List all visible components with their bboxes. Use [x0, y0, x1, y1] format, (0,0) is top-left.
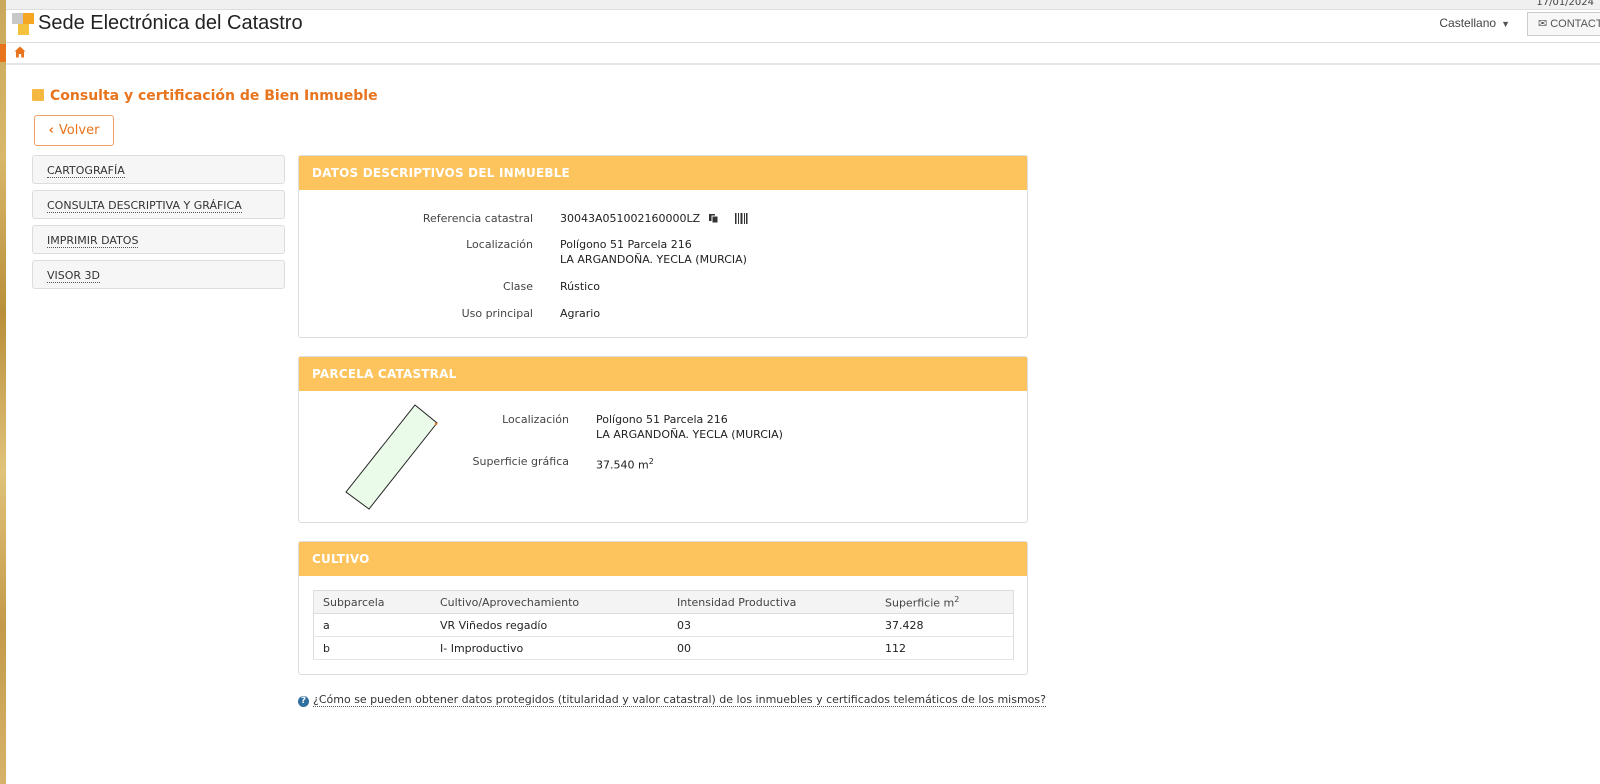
cell-subparcela: a — [313, 613, 431, 637]
superficie-value: 37.540 m — [596, 458, 649, 472]
uso-value: Agrario — [560, 307, 601, 320]
parcel-loc-line1: Polígono 51 Parcela 216 — [596, 413, 728, 426]
language-selector[interactable]: Castellano ▼ — [1439, 16, 1510, 30]
date-text: 17/01/2024 — [1536, 0, 1594, 8]
col-subparcela: Subparcela — [313, 590, 431, 614]
breadcrumb — [6, 43, 1600, 65]
cell-intensidad: 03 — [668, 613, 876, 637]
superficie-label: Superficie gráfica — [472, 455, 570, 468]
chevron-left-icon: ‹ — [48, 123, 54, 138]
superficie-value-row: 37.540 m2 — [596, 454, 654, 473]
envelope-icon: ✉ — [1538, 18, 1548, 30]
superficie-unit-sup: 2 — [648, 457, 654, 466]
page-title-text: Consulta y certificación de Bien Inmuebl… — [50, 88, 378, 104]
left-edge-strip — [0, 0, 6, 784]
parcel-loc-label: Localización — [502, 413, 569, 426]
heading-square-icon — [32, 89, 44, 101]
cell-cultivo: I- Improductivo — [431, 636, 668, 660]
chevron-down-icon: ▼ — [1501, 19, 1510, 29]
side-item-cartografia[interactable]: CARTOGRAFÍA — [32, 155, 285, 184]
cell-cultivo: VR Viñedos regadío — [431, 613, 668, 637]
back-button[interactable]: ‹ Volver — [34, 115, 114, 146]
side-menu: CARTOGRAFÍA CONSULTA DESCRIPTIVA Y GRÁFI… — [32, 155, 285, 295]
top-date-bar: 17/01/2024 — [6, 0, 1600, 10]
loc-line2: LA ARGANDOÑA. YECLA (MURCIA) — [560, 253, 747, 266]
cell-superficie: 37.428 — [876, 613, 1014, 637]
cultivo-table: Subparcela Cultivo/Aprovechamiento Inten… — [313, 590, 1014, 660]
table-row: b I- Improductivo 00 112 — [313, 636, 1014, 660]
side-item-label: CONSULTA DESCRIPTIVA Y GRÁFICA — [47, 199, 242, 213]
col-intensidad: Intensidad Productiva — [668, 590, 876, 614]
uso-label: Uso principal — [461, 307, 533, 320]
panel-parcela-catastral: PARCELA CATASTRAL Localización Polígono … — [298, 356, 1028, 523]
loc-label: Localización — [466, 238, 533, 251]
contact-label: CONTACTO — [1550, 18, 1600, 30]
cell-intensidad: 00 — [668, 636, 876, 660]
col-superficie-sup: 2 — [954, 594, 960, 604]
table-header-row: Subparcela Cultivo/Aprovechamiento Inten… — [313, 590, 1014, 614]
contact-button[interactable]: ✉CONTACTO — [1527, 12, 1600, 36]
side-item-label: IMPRIMIR DATOS — [47, 234, 139, 248]
ref-value-row: 30043A051002160000LZ — [560, 211, 748, 226]
clase-label: Clase — [503, 280, 533, 293]
language-label: Castellano — [1439, 16, 1497, 30]
side-item-label: VISOR 3D — [47, 269, 101, 283]
site-title[interactable]: Sede Electrónica del Catastro — [38, 12, 303, 35]
home-icon[interactable] — [14, 46, 26, 58]
parcel-loc-line2: LA ARGANDOÑA. YECLA (MURCIA) — [596, 428, 783, 441]
col-superficie-text: Superficie m — [885, 596, 955, 610]
panel-title: DATOS DESCRIPTIVOS DEL INMUEBLE — [299, 156, 1027, 190]
cell-subparcela: b — [313, 636, 431, 660]
side-item-imprimir[interactable]: IMPRIMIR DATOS — [32, 225, 285, 254]
question-circle-icon: ? — [298, 696, 309, 707]
col-superficie: Superficie m2 — [876, 590, 1014, 614]
side-item-visor-3d[interactable]: VISOR 3D — [32, 260, 285, 289]
side-item-consulta[interactable]: CONSULTA DESCRIPTIVA Y GRÁFICA — [32, 190, 285, 219]
loc-value: Polígono 51 Parcela 216 LA ARGANDOÑA. YE… — [560, 237, 747, 267]
copy-icon[interactable] — [708, 213, 719, 224]
ref-value: 30043A051002160000LZ — [560, 212, 701, 225]
panel-cultivo: CULTIVO Subparcela Cultivo/Aprovechamien… — [298, 541, 1028, 675]
barcode-icon[interactable] — [734, 213, 748, 224]
site-header: Sede Electrónica del Catastro Castellano… — [6, 10, 1600, 43]
back-label: Volver — [58, 123, 100, 138]
page-title: Consulta y certificación de Bien Inmuebl… — [32, 88, 378, 104]
table-row: a VR Viñedos regadío 03 37.428 — [313, 613, 1014, 637]
cell-superficie: 112 — [876, 636, 1014, 660]
clase-value: Rústico — [560, 280, 600, 293]
help-link-row: ? ¿Cómo se pueden obtener datos protegido… — [298, 693, 1046, 707]
parcel-loc-value: Polígono 51 Parcela 216 LA ARGANDOÑA. YE… — [596, 412, 783, 442]
loc-line1: Polígono 51 Parcela 216 — [560, 238, 692, 251]
panel-datos-descriptivos: DATOS DESCRIPTIVOS DEL INMUEBLE Referenc… — [298, 155, 1028, 338]
col-cultivo: Cultivo/Aprovechamiento — [431, 590, 668, 614]
panel-title: CULTIVO — [299, 542, 1027, 576]
help-link[interactable]: ¿Cómo se pueden obtener datos protegidos… — [313, 693, 1046, 707]
panel-title: PARCELA CATASTRAL — [299, 357, 1027, 391]
catastro-logo[interactable] — [12, 13, 34, 35]
side-item-label: CARTOGRAFÍA — [47, 164, 125, 178]
ref-label: Referencia catastral — [422, 212, 533, 225]
